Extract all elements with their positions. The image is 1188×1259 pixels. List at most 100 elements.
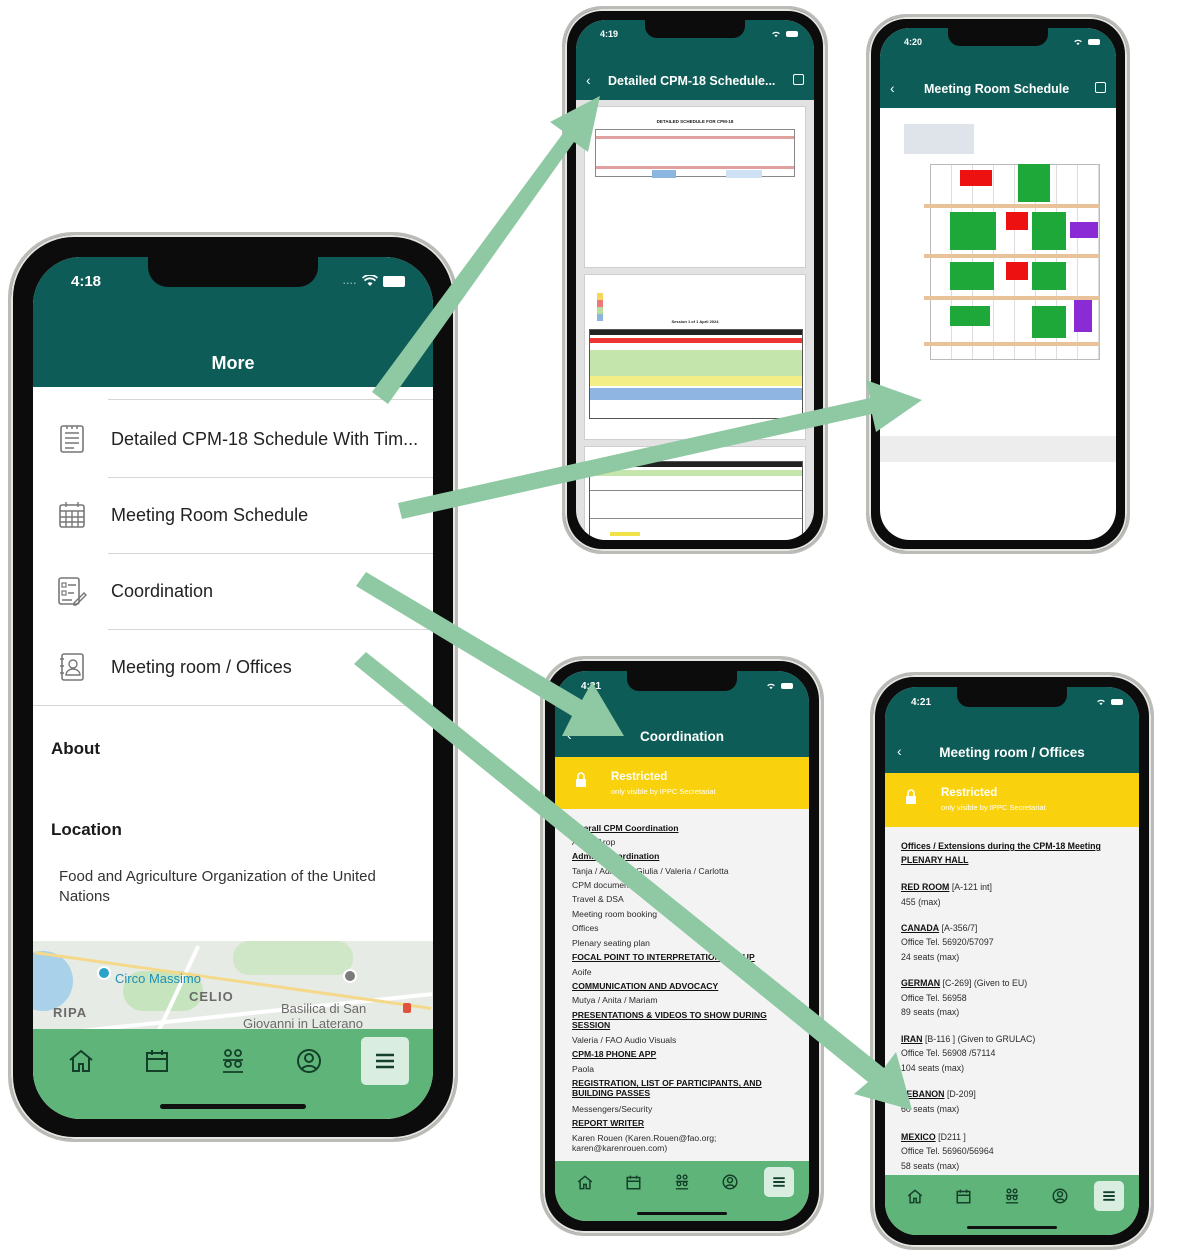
tab-profile[interactable]	[285, 1037, 333, 1085]
banner-subtitle: only visible by IPPC Secretariat	[611, 787, 716, 796]
map-water	[33, 951, 73, 1011]
notch	[645, 20, 745, 38]
back-icon[interactable]: ‹	[586, 72, 591, 88]
map-pin-icon	[343, 969, 357, 983]
offices-phone: 4:21 ‹ Meeting room / Offices Restricted…	[870, 672, 1154, 1250]
home-icon	[907, 1188, 923, 1203]
profile-icon	[297, 1049, 321, 1073]
wifi-icon	[767, 683, 775, 690]
tab-home[interactable]	[57, 1037, 105, 1085]
restricted-banner: Restricted only visible by IPPC Secretar…	[885, 773, 1139, 827]
home-icon	[69, 1049, 93, 1072]
list-item: Karen Rouen (Karen.Rouen@fao.org; karen@…	[572, 1133, 717, 1153]
screen-title: Meeting room / Offices	[939, 745, 1085, 760]
divider	[33, 705, 433, 706]
screen-title: Meeting Room Schedule	[924, 82, 1070, 96]
room-detail: Office Tel. 56908 /57114	[901, 1048, 996, 1058]
notch	[948, 28, 1048, 46]
share-icon[interactable]	[1095, 82, 1106, 93]
profile-icon	[722, 1174, 738, 1190]
tab-home[interactable]	[900, 1181, 930, 1211]
wifi-icon	[1074, 39, 1082, 46]
tab-people[interactable]	[209, 1037, 257, 1085]
wifi-icon	[362, 275, 378, 286]
status-icons: ....	[343, 275, 405, 287]
map-label: Basilica di San	[281, 1001, 367, 1016]
menu-item-label: Detailed CPM-18 Schedule With Tim...	[111, 428, 419, 449]
more-screen: 4:18 .... More Detailed CPM-18 Schedule …	[33, 257, 433, 1119]
battery-icon	[781, 683, 793, 689]
status-icons	[771, 30, 798, 38]
room-detail: 24 seats (max)	[901, 952, 960, 962]
status-time: 4:20	[904, 37, 923, 47]
list-item: Messengers/Security	[572, 1104, 653, 1114]
calendar-grid-icon	[57, 500, 87, 530]
notch	[957, 687, 1067, 707]
list-heading: CPM-18 PHONE APP	[572, 1049, 657, 1059]
tab-people[interactable]	[667, 1167, 697, 1197]
tab-schedule[interactable]	[949, 1181, 979, 1211]
document-icon	[57, 424, 87, 454]
menu-item-meeting-room-offices[interactable]: Meeting room / Offices	[33, 629, 433, 705]
room-name: GERMAN	[901, 978, 941, 988]
status-time: 4:19	[600, 29, 619, 39]
section-caption: Session 1 of 1 April 2024	[671, 319, 719, 324]
list-heading: FOCAL POINT TO INTERPRETATION GROUP	[572, 952, 755, 962]
tab-schedule[interactable]	[133, 1037, 181, 1085]
people-icon	[223, 1049, 243, 1073]
menu-item-meeting-room-schedule[interactable]: Meeting Room Schedule	[33, 477, 433, 553]
main-phone: 4:18 .... More Detailed CPM-18 Schedule …	[8, 232, 458, 1142]
room-name: IRAN	[901, 1034, 923, 1044]
status-icons	[1096, 698, 1123, 706]
notch	[627, 671, 737, 691]
document-page: DETAILED SCHEDULE FOR CPM-18	[584, 106, 806, 268]
list-item: Travel & DSA	[572, 894, 624, 904]
about-heading[interactable]: About	[51, 739, 100, 759]
room-detail: 89 seats (max)	[901, 1007, 960, 1017]
room-entry: GERMAN [C-269] (Given to EU)	[901, 978, 1131, 989]
viewer-footer	[880, 436, 1116, 462]
schedule-table	[589, 329, 803, 419]
tab-schedule[interactable]	[619, 1167, 649, 1197]
list-item: Tanja / Adriana / Giulia / Valeria / Car…	[572, 866, 729, 876]
offices-list: Offices / Extensions during the CPM-18 M…	[885, 839, 1139, 1179]
room-detail: 58 seats (max)	[901, 1161, 960, 1171]
tab-more[interactable]	[1093, 1181, 1124, 1211]
list-item: Offices	[572, 923, 599, 933]
tab-people[interactable]	[997, 1181, 1027, 1211]
tab-profile[interactable]	[1045, 1181, 1075, 1211]
schedule-phone: 4:19 ‹ Detailed CPM-18 Schedule... DETAI…	[562, 6, 828, 554]
back-icon[interactable]: ‹	[890, 80, 895, 96]
page-title: More	[211, 353, 255, 373]
room-detail: Office Tel. 56920/57097	[901, 937, 994, 947]
signal-icon: ....	[342, 276, 357, 286]
divider	[108, 399, 433, 400]
legend	[597, 293, 603, 321]
tab-more[interactable]	[361, 1037, 409, 1085]
list-item: Meeting room booking	[572, 909, 658, 919]
room-entry: IRAN [B-116 ] (Given to GRULAC)	[901, 1034, 1131, 1045]
list-heading: COMMUNICATION AND ADVOCACY	[572, 981, 719, 991]
room-detail: 104 seats (max)	[901, 1063, 965, 1073]
screen-title: Detailed CPM-18 Schedule...	[608, 74, 776, 88]
menu-item-coordination[interactable]: Coordination	[33, 553, 433, 629]
screen-title: Coordination	[640, 729, 724, 744]
share-icon[interactable]	[793, 74, 804, 85]
menu-item-detailed-schedule[interactable]: Detailed CPM-18 Schedule With Tim...	[33, 401, 433, 477]
lock-icon	[576, 772, 586, 787]
tab-home[interactable]	[570, 1167, 600, 1197]
room-name: MEXICO	[901, 1132, 936, 1142]
map-marker-icon	[403, 1003, 411, 1013]
offices-intro: Offices / Extensions during the CPM-18 M…	[901, 841, 1101, 851]
list-heading: Admin / Coordination	[572, 851, 660, 861]
schedule-table	[589, 461, 803, 540]
lock-icon	[906, 789, 916, 804]
schedule-table	[595, 129, 795, 178]
list-heading: Overall CPM Coordination	[572, 823, 679, 833]
room-grid-image	[904, 124, 1100, 370]
document-page: Session 1 of 1 April 2024	[584, 274, 806, 440]
list-item: Plenary seating plan	[572, 938, 650, 948]
tab-profile[interactable]	[715, 1167, 745, 1197]
tab-more[interactable]	[763, 1167, 794, 1197]
home-icon	[577, 1174, 593, 1189]
